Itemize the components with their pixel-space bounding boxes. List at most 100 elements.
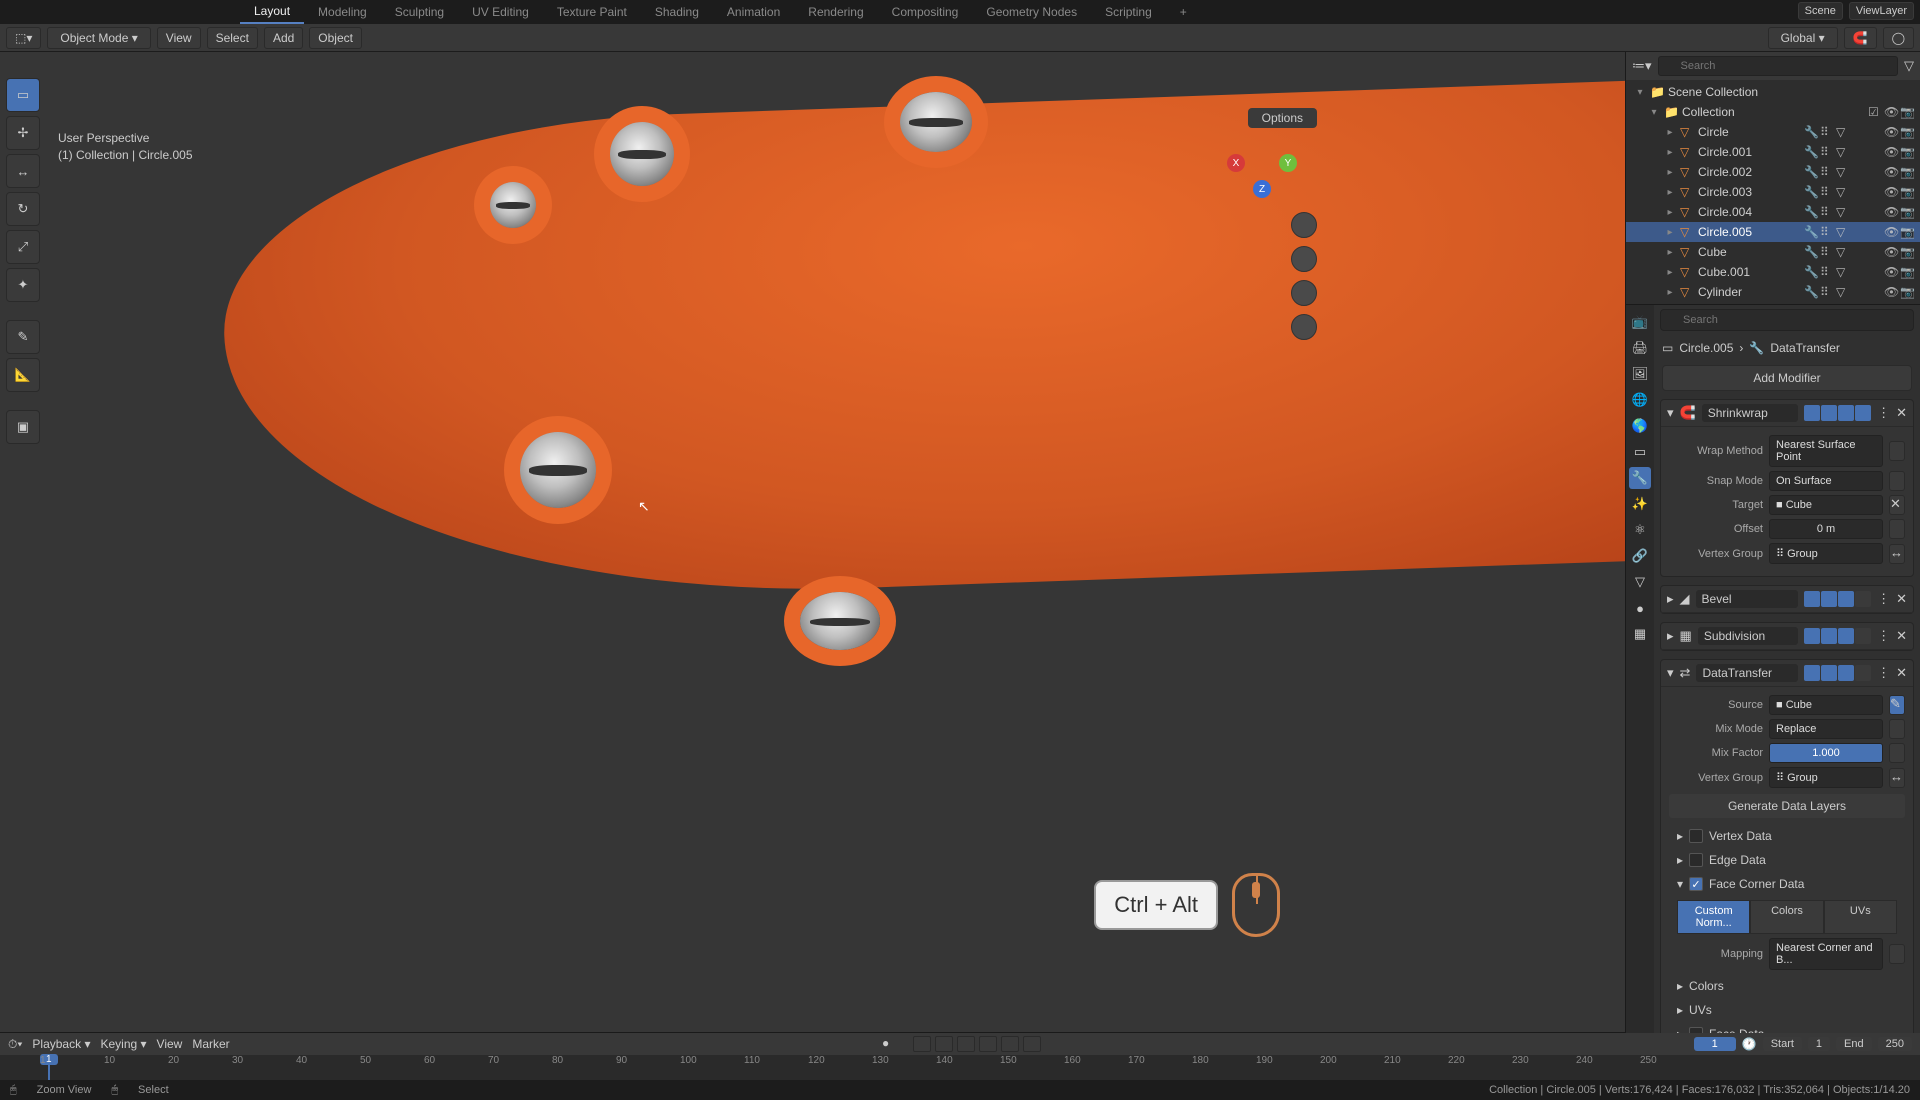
modifier-icon[interactable]: 🔧 bbox=[1804, 185, 1818, 199]
eyedropper-icon[interactable]: ✎ bbox=[1889, 695, 1905, 715]
tl-menu-view[interactable]: View bbox=[157, 1037, 183, 1051]
seg-colors[interactable]: Colors bbox=[1750, 900, 1823, 934]
autokey-toggle[interactable]: ● bbox=[882, 1036, 889, 1052]
modifier-icon[interactable]: 🔧 bbox=[1804, 165, 1818, 179]
anim-dot[interactable] bbox=[1889, 743, 1905, 763]
mesh-icon[interactable]: ▽ bbox=[1836, 225, 1850, 239]
clear-icon[interactable]: ✕ bbox=[1889, 495, 1905, 515]
mesh-icon[interactable]: ▽ bbox=[1836, 285, 1850, 299]
close-icon[interactable]: ✕ bbox=[1896, 665, 1907, 681]
modifier-icon[interactable]: 🔧 bbox=[1804, 245, 1818, 259]
play-icon[interactable] bbox=[979, 1036, 997, 1052]
close-icon[interactable]: ✕ bbox=[1896, 591, 1907, 607]
prop-tab-view[interactable]: 🖼 bbox=[1629, 363, 1651, 385]
zoom-icon[interactable] bbox=[1291, 212, 1317, 238]
eye-icon[interactable]: 👁 bbox=[1884, 185, 1898, 199]
tree-item[interactable]: ▸▽Circle🔧⠿▽👁📷 bbox=[1626, 122, 1920, 142]
3d-viewport[interactable]: User Perspective (1) Collection | Circle… bbox=[0, 52, 1625, 1032]
modifier-icon[interactable]: 🔧 bbox=[1804, 265, 1818, 279]
tl-menu-playback[interactable]: Playback ▾ bbox=[32, 1037, 90, 1051]
mapping-select[interactable]: Nearest Corner and B... bbox=[1769, 938, 1883, 970]
mesh-icon[interactable]: ▽ bbox=[1836, 185, 1850, 199]
ws-tab-shading[interactable]: Shading bbox=[641, 1, 713, 23]
tool-rotate[interactable]: ↻ bbox=[6, 192, 40, 226]
menu-edit[interactable]: Edit bbox=[73, 5, 114, 19]
vg-icon[interactable]: ⠿ bbox=[1820, 185, 1834, 199]
eye-icon[interactable]: 👁 bbox=[1884, 245, 1898, 259]
next-key-icon[interactable] bbox=[1001, 1036, 1019, 1052]
modifier-name[interactable]: Bevel bbox=[1696, 590, 1799, 608]
tool-move[interactable]: ↔ bbox=[6, 154, 40, 188]
render-icon[interactable]: 📷 bbox=[1900, 225, 1914, 239]
anim-dot[interactable] bbox=[1889, 944, 1905, 964]
play-reverse-icon[interactable] bbox=[957, 1036, 975, 1052]
prop-tab-modifier[interactable]: 🔧 bbox=[1629, 467, 1651, 489]
eye-icon[interactable]: 👁 bbox=[1884, 225, 1898, 239]
tree-item[interactable]: ▸▽Circle.001🔧⠿▽👁📷 bbox=[1626, 142, 1920, 162]
eye-icon[interactable]: 👁 bbox=[1884, 125, 1898, 139]
mesh-icon[interactable]: ▽ bbox=[1836, 165, 1850, 179]
modifier-name[interactable]: Shrinkwrap bbox=[1702, 404, 1798, 422]
vg-icon[interactable]: ⠿ bbox=[1820, 205, 1834, 219]
camera-icon[interactable] bbox=[1291, 280, 1317, 306]
seg-custom-normals[interactable]: Custom Norm... bbox=[1677, 900, 1750, 934]
render-icon[interactable]: 📷 bbox=[1900, 165, 1914, 179]
prop-tab-render[interactable]: 📺 bbox=[1629, 311, 1651, 333]
prop-tab-physics[interactable]: ⚛ bbox=[1629, 519, 1651, 541]
invert-icon[interactable]: ↔ bbox=[1889, 544, 1905, 564]
viewlayer-field[interactable]: ViewLayer bbox=[1849, 2, 1914, 20]
prop-tab-object[interactable]: ▭ bbox=[1629, 441, 1651, 463]
proportional-toggle[interactable]: ◯ bbox=[1883, 27, 1914, 49]
modifier-name[interactable]: Subdivision bbox=[1698, 627, 1798, 645]
eye-icon[interactable]: 👁 bbox=[1884, 285, 1898, 299]
prop-tab-particle[interactable]: ✨ bbox=[1629, 493, 1651, 515]
modifier-menu-icon[interactable]: ⋮ bbox=[1877, 591, 1890, 607]
modifier-menu-icon[interactable]: ⋮ bbox=[1877, 405, 1890, 421]
checkbox-icon[interactable]: ☑ bbox=[1868, 105, 1882, 119]
modifier-datatransfer-header[interactable]: ▾⇄ DataTransfer ⋮ ✕ bbox=[1661, 660, 1913, 687]
mesh-icon[interactable]: ▽ bbox=[1836, 125, 1850, 139]
tree-collection[interactable]: ▾📁 Collection ☑👁📷 bbox=[1626, 102, 1920, 122]
modifier-menu-icon[interactable]: ⋮ bbox=[1877, 628, 1890, 644]
menu-file[interactable]: File bbox=[34, 5, 73, 19]
prop-tab-texture[interactable]: ▦ bbox=[1629, 623, 1651, 645]
eye-icon[interactable]: 👁 bbox=[1884, 105, 1898, 119]
tool-scale[interactable]: ⤢ bbox=[6, 230, 40, 264]
tool-cursor[interactable]: ✢ bbox=[6, 116, 40, 150]
tool-add-cube[interactable]: ▣ bbox=[6, 410, 40, 444]
modifier-icon[interactable]: 🔧 bbox=[1804, 125, 1818, 139]
checkbox-icon[interactable]: ✓ bbox=[1689, 877, 1703, 891]
orientation-select[interactable]: Global ▾ bbox=[1768, 27, 1838, 49]
modifier-display-toggles[interactable] bbox=[1804, 591, 1871, 607]
anim-dot[interactable] bbox=[1889, 519, 1905, 539]
target-field[interactable]: ■ Cube bbox=[1769, 495, 1883, 515]
tool-transform[interactable]: ✦ bbox=[6, 268, 40, 302]
render-icon[interactable]: 📷 bbox=[1900, 185, 1914, 199]
render-icon[interactable]: 📷 bbox=[1900, 245, 1914, 259]
jump-end-icon[interactable] bbox=[1023, 1036, 1041, 1052]
mesh-icon[interactable]: ▽ bbox=[1836, 245, 1850, 259]
prop-tab-output[interactable]: 🖨 bbox=[1629, 337, 1651, 359]
ws-tab-rendering[interactable]: Rendering bbox=[794, 1, 877, 23]
checkbox-icon[interactable] bbox=[1689, 829, 1703, 843]
prop-tab-constraint[interactable]: 🔗 bbox=[1629, 545, 1651, 567]
eye-icon[interactable]: 👁 bbox=[1884, 205, 1898, 219]
tool-annotate[interactable]: ✎ bbox=[6, 320, 40, 354]
outliner-tree[interactable]: ▾📁 Scene Collection ▾📁 Collection ☑👁📷 ▸▽… bbox=[1626, 80, 1920, 304]
start-value[interactable]: 1 bbox=[1808, 1037, 1830, 1051]
close-icon[interactable]: ✕ bbox=[1896, 405, 1907, 421]
properties-breadcrumb[interactable]: ▭ Circle.005 ›🔧 DataTransfer bbox=[1654, 335, 1920, 361]
modifier-icon[interactable]: 🔧 bbox=[1804, 145, 1818, 159]
vg-icon[interactable]: ⠿ bbox=[1820, 225, 1834, 239]
wrap-method-select[interactable]: Nearest Surface Point bbox=[1769, 435, 1883, 467]
snap-toggle[interactable]: 🧲 bbox=[1844, 27, 1877, 49]
vg-icon[interactable]: ⠿ bbox=[1820, 265, 1834, 279]
ws-tab-geonodes[interactable]: Geometry Nodes bbox=[972, 1, 1091, 23]
ws-tab-scripting[interactable]: Scripting bbox=[1091, 1, 1166, 23]
menu-window[interactable]: Window bbox=[173, 5, 236, 19]
tool-measure[interactable]: 📐 bbox=[6, 358, 40, 392]
mesh-icon[interactable]: ▽ bbox=[1836, 265, 1850, 279]
ws-tab-uv[interactable]: UV Editing bbox=[458, 1, 543, 23]
scene-field[interactable]: Scene bbox=[1798, 2, 1843, 20]
vg-icon[interactable]: ⠿ bbox=[1820, 285, 1834, 299]
